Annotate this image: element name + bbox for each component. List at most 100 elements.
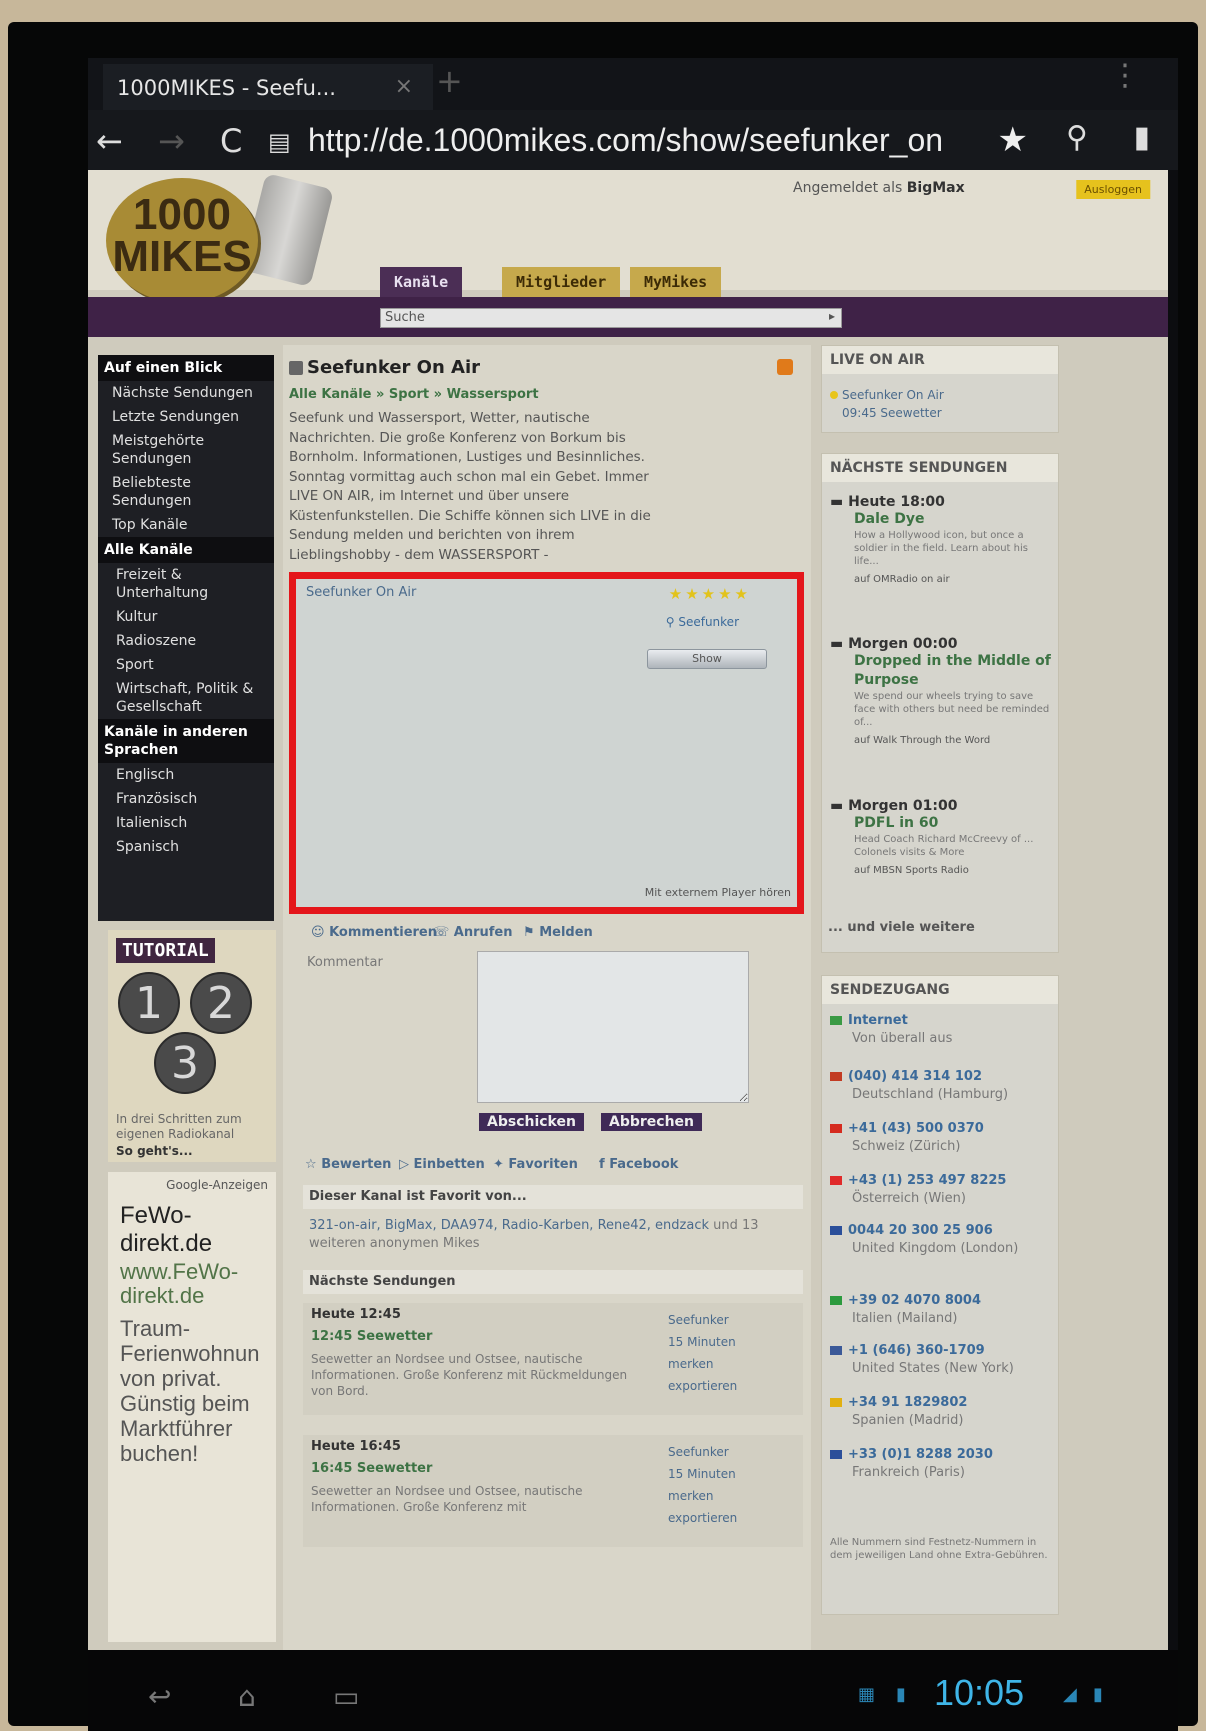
next-shows-box-heading: NÄCHSTE SENDUNGEN xyxy=(822,454,1058,482)
next-show-title[interactable]: Dale Dye xyxy=(830,510,1052,529)
search-icon[interactable]: ⚲ xyxy=(1066,120,1088,155)
star-icon[interactable]: ★ xyxy=(998,120,1028,160)
sidebar-section-all-channels[interactable]: Alle Kanäle xyxy=(98,537,274,563)
sidebar-item-english[interactable]: Englisch xyxy=(98,763,274,787)
rating-stars[interactable]: ★★★★★ xyxy=(669,585,751,603)
next-show-title[interactable]: Dropped in the Middle of Purpose xyxy=(830,652,1052,690)
rss-icon[interactable] xyxy=(777,359,793,375)
site-info-icon[interactable]: ▤ xyxy=(268,128,291,156)
access-number[interactable]: +1 (646) 360-1709 xyxy=(830,1342,1052,1360)
username[interactable]: BigMax xyxy=(907,180,965,196)
logout-button[interactable]: Ausloggen xyxy=(1076,180,1150,199)
sidebar-item-next-shows[interactable]: Nächste Sendungen xyxy=(98,381,274,405)
home-icon[interactable]: ⌂ xyxy=(238,1680,256,1713)
sidebar-item-economy[interactable]: Wirtschaft, Politik & Gesellschaft xyxy=(98,677,274,719)
embed-action[interactable]: ▷ Einbetten xyxy=(399,1157,485,1172)
sidebar-item-spanish[interactable]: Spanisch xyxy=(98,835,274,859)
bookmarks-icon[interactable]: ▮ xyxy=(1133,120,1150,155)
sidebar-item-french[interactable]: Französisch xyxy=(98,787,274,811)
access-number[interactable]: 0044 20 300 25 906 xyxy=(830,1222,1052,1240)
access-number[interactable]: (040) 414 314 102 xyxy=(830,1068,1052,1086)
site-logo[interactable]: 1000 MIKES xyxy=(106,178,258,303)
episode-remind[interactable]: merken xyxy=(668,1353,737,1375)
episode-export[interactable]: exportieren xyxy=(668,1375,737,1397)
episode-title[interactable]: 12:45 Seewetter xyxy=(311,1329,432,1344)
notification-icon[interactable]: ▦ xyxy=(858,1684,875,1705)
recent-apps-icon[interactable]: ▭ xyxy=(333,1680,359,1713)
dropdown-arrow-icon[interactable]: ▸ xyxy=(829,309,835,323)
tutorial-text: In drei Schritten zum eigenen Radiokanal xyxy=(116,1112,242,1141)
tab-mymikes[interactable]: MyMikes xyxy=(630,267,722,297)
back-icon[interactable]: ← xyxy=(96,122,123,160)
tutorial-box[interactable]: TUTORIAL 1 2 3 In drei Schritten zum eig… xyxy=(108,930,276,1162)
new-tab-icon[interactable]: + xyxy=(436,62,463,100)
next-show-item[interactable]: ▬ Heute 18:00 Dale Dye How a Hollywood i… xyxy=(830,494,1052,585)
flag-icon xyxy=(830,1016,842,1025)
next-show-source[interactable]: auf MBSN Sports Radio xyxy=(830,865,1052,876)
comment-action[interactable]: ☺ Kommentieren xyxy=(311,925,437,940)
next-show-source[interactable]: auf Walk Through the Word xyxy=(830,735,1052,746)
sidebar-section-overview[interactable]: Auf einen Blick xyxy=(98,355,274,381)
episode-user[interactable]: Seefunker xyxy=(668,1441,737,1463)
player-title[interactable]: Seefunker On Air xyxy=(306,585,416,600)
comment-textarea[interactable] xyxy=(477,951,749,1103)
next-show-item[interactable]: ▬ Morgen 00:00 Dropped in the Middle of … xyxy=(830,636,1052,746)
external-player-link[interactable]: Mit externem Player hören xyxy=(645,886,791,899)
sidebar-item-most-heard[interactable]: Meistgehörte Sendungen xyxy=(98,429,274,471)
rate-action[interactable]: ☆ Bewerten xyxy=(305,1157,391,1172)
clock[interactable]: 10:05 xyxy=(934,1672,1024,1714)
sidebar-item-sport[interactable]: Sport xyxy=(98,653,274,677)
sidebar-item-popular[interactable]: Beliebteste Sendungen xyxy=(98,471,274,513)
close-tab-icon[interactable]: × xyxy=(395,74,413,99)
next-show-source[interactable]: auf OMRadio on air xyxy=(830,574,1052,585)
episode-export[interactable]: exportieren xyxy=(668,1507,737,1529)
more-shows-link[interactable]: ... und viele weitere xyxy=(828,920,975,935)
access-number[interactable]: +33 (0)1 8288 2030 xyxy=(830,1446,1052,1464)
browser-tab[interactable]: 1000MIKES - Seefu... × xyxy=(103,64,433,110)
access-number[interactable]: +39 02 4070 8004 xyxy=(830,1292,1052,1310)
ad-url[interactable]: www.FeWo-direkt.de xyxy=(120,1260,276,1308)
facebook-action[interactable]: f Facebook xyxy=(599,1157,678,1172)
access-number[interactable]: +41 (43) 500 0370 xyxy=(830,1120,1052,1138)
submit-button[interactable]: Abschicken xyxy=(479,1113,584,1131)
call-action[interactable]: ☏ Anrufen xyxy=(433,925,513,940)
audio-player[interactable]: Seefunker On Air ★★★★★ ⚲ Seefunker Show … xyxy=(289,572,804,914)
sidebar-item-italian[interactable]: Italienisch xyxy=(98,811,274,835)
tutorial-link[interactable]: So geht's... xyxy=(116,1144,193,1158)
next-show-title[interactable]: PDFL in 60 xyxy=(830,814,1052,833)
report-action[interactable]: ⚑ Melden xyxy=(523,925,593,940)
google-ad[interactable]: Google-Anzeigen FeWo-direkt.de www.FeWo-… xyxy=(108,1172,276,1642)
live-entry[interactable]: Seefunker On Air 09:45 Seewetter xyxy=(830,386,944,422)
player-user-link[interactable]: ⚲ Seefunker xyxy=(666,615,739,629)
favorites-names[interactable]: 321-on-air, BigMax, DAA974, Radio-Karben… xyxy=(309,1218,709,1233)
sidebar-item-culture[interactable]: Kultur xyxy=(98,605,274,629)
access-number[interactable]: +34 91 1829802 xyxy=(830,1394,1052,1412)
breadcrumb[interactable]: Alle Kanäle » Sport » Wassersport xyxy=(289,387,539,402)
player-button[interactable]: Show xyxy=(647,649,767,669)
live-show: 09:45 Seewetter xyxy=(842,406,942,420)
tab-mitglieder[interactable]: Mitglieder xyxy=(502,267,621,297)
sidebar-item-last-shows[interactable]: Letzte Sendungen xyxy=(98,405,274,429)
access-place: Frankreich (Paris) xyxy=(852,1465,965,1480)
sidebar-item-radio-scene[interactable]: Radioszene xyxy=(98,629,274,653)
back-nav-icon[interactable]: ↩ xyxy=(148,1680,171,1713)
access-number[interactable]: Internet xyxy=(830,1012,1052,1030)
url-field[interactable]: http://de.1000mikes.com/show/seefunker_o… xyxy=(308,122,943,159)
episode-remind[interactable]: merken xyxy=(668,1485,737,1507)
comment-action-label: Kommentieren xyxy=(329,925,437,940)
tab-kanaele[interactable]: Kanäle xyxy=(380,267,463,297)
episode-title[interactable]: 16:45 Seewetter xyxy=(311,1461,432,1476)
search-input[interactable]: Suche ▸ xyxy=(380,308,842,328)
sidebar-item-top-channels[interactable]: Top Kanäle xyxy=(98,513,274,537)
access-number[interactable]: +43 (1) 253 497 8225 xyxy=(830,1172,1052,1190)
sidebar-item-leisure[interactable]: Freizeit & Unterhaltung xyxy=(98,563,274,605)
forward-icon[interactable]: → xyxy=(158,122,185,160)
favorites-action[interactable]: ✦ Favoriten xyxy=(493,1157,578,1172)
cancel-button[interactable]: Abbrechen xyxy=(601,1113,703,1131)
episode-user[interactable]: Seefunker xyxy=(668,1309,737,1331)
reload-icon[interactable]: C xyxy=(220,122,242,160)
next-show-item[interactable]: ▬ Morgen 01:00 PDFL in 60 Head Coach Ric… xyxy=(830,798,1052,876)
ad-title[interactable]: FeWo-direkt.de xyxy=(120,1202,276,1258)
sidebar-section-languages[interactable]: Kanäle in anderen Sprachen xyxy=(98,719,274,763)
menu-icon[interactable]: ⋮ xyxy=(1110,58,1140,93)
